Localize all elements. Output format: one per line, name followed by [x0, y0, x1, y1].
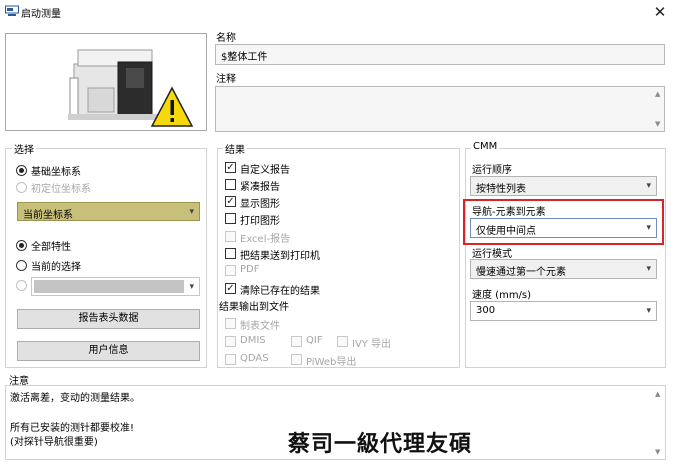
user-info-button[interactable]: 用户信息: [17, 341, 200, 361]
pdf-checkbox[interactable]: [225, 265, 236, 276]
current-selection-radio[interactable]: [16, 260, 27, 271]
send-to-printer-label: 把结果送到打印机: [240, 251, 320, 262]
scroll-up-icon[interactable]: ▲: [655, 90, 660, 98]
custom-selection-fill: [34, 280, 184, 293]
coordinate-system-dropdown[interactable]: 当前坐标系 ▾: [17, 202, 200, 221]
print-graphics-label: 打印图形: [240, 216, 280, 227]
output-to-file-title: 结果输出到文件: [219, 302, 289, 313]
pdf-label: PDF: [240, 264, 260, 275]
show-graphics-label: 显示图形: [240, 199, 280, 210]
watermark-text: 蔡司一級代理友碩: [288, 431, 473, 457]
comment-field[interactable]: [215, 86, 665, 132]
clear-results-checkbox[interactable]: ✓: [225, 283, 236, 294]
coordinate-system-value: 当前坐标系: [23, 210, 73, 221]
table-file-label: 制表文件: [240, 321, 280, 332]
selection-group-title: 选择: [12, 141, 36, 156]
compact-report-label: 紧凑报告: [240, 182, 280, 193]
results-group-title: 结果: [223, 141, 247, 156]
speed-value: 300: [476, 305, 496, 316]
window-title: 启动测量: [21, 9, 61, 20]
chevron-down-icon: ▾: [646, 223, 651, 233]
piweb-export-checkbox[interactable]: [291, 354, 302, 365]
report-header-button[interactable]: 报告表头数据: [17, 309, 200, 329]
qdas-label: QDAS: [240, 353, 269, 364]
notes-line-3: (对探针导航很重要): [10, 437, 98, 448]
custom-selection-dropdown[interactable]: ▾: [31, 277, 200, 296]
speed-label: 速度 (mm/s): [472, 290, 532, 301]
chevron-down-icon: ▾: [189, 207, 194, 217]
scroll-down-icon[interactable]: ▼: [655, 448, 660, 456]
send-to-printer-checkbox[interactable]: [225, 248, 236, 259]
excel-report-checkbox[interactable]: [225, 231, 236, 242]
notes-line-1: 激活离差，变动的测量结果。: [10, 393, 140, 404]
piweb-export-label: PiWeb导出: [306, 357, 357, 368]
clear-results-label: 清除已存在的结果: [240, 286, 320, 297]
all-characteristics-label: 全部特性: [31, 242, 71, 253]
navigation-label: 导航-元素到元素: [472, 207, 546, 218]
chevron-down-icon: ▾: [646, 181, 651, 191]
custom-selection-radio[interactable]: [16, 280, 27, 291]
excel-report-label: Excel-报告: [240, 234, 291, 245]
ivy-export-label: IVY 导出: [352, 339, 392, 350]
notes-line-2: 所有已安装的测针都要校准!: [10, 423, 135, 434]
speed-dropdown[interactable]: 300 ▾: [470, 301, 657, 321]
run-mode-value: 慢速通过第一个元素: [476, 267, 566, 278]
run-mode-dropdown[interactable]: 慢速通过第一个元素 ▾: [470, 259, 657, 279]
name-field[interactable]: $整体工件: [215, 44, 665, 65]
all-characteristics-radio[interactable]: [16, 240, 27, 251]
run-order-value: 按特性列表: [476, 184, 526, 195]
compact-report-checkbox[interactable]: [225, 179, 236, 190]
navigation-value: 仅使用中间点: [476, 226, 536, 237]
ivy-export-checkbox[interactable]: [337, 336, 348, 347]
machine-preview-image: [5, 33, 207, 131]
close-button[interactable]: ✕: [650, 3, 670, 21]
basic-coordinate-radio[interactable]: [16, 165, 27, 176]
title-bar: 启动测量 ✕: [0, 0, 676, 24]
navigation-dropdown[interactable]: 仅使用中间点 ▾: [470, 218, 657, 238]
run-order-label: 运行顺序: [472, 165, 512, 176]
run-order-dropdown[interactable]: 按特性列表 ▾: [470, 176, 657, 196]
qif-label: QIF: [306, 335, 323, 346]
comment-label: 注释: [216, 74, 236, 85]
chevron-down-icon: ▾: [646, 306, 651, 316]
chevron-down-icon: ▾: [646, 264, 651, 274]
qif-checkbox[interactable]: [291, 336, 302, 347]
dmis-checkbox[interactable]: [225, 336, 236, 347]
show-graphics-checkbox[interactable]: ✓: [225, 196, 236, 207]
scroll-up-icon[interactable]: ▲: [655, 390, 660, 398]
dmis-label: DMIS: [240, 335, 266, 346]
print-graphics-checkbox[interactable]: [225, 213, 236, 224]
cmm-machine-icon: [68, 49, 194, 127]
table-file-checkbox[interactable]: [225, 318, 236, 329]
app-icon: [5, 5, 19, 16]
cmm-group-title: CMM: [471, 141, 500, 152]
custom-report-checkbox[interactable]: ✓: [225, 162, 236, 173]
custom-report-label: 自定义报告: [240, 165, 290, 176]
run-mode-label: 运行模式: [472, 249, 512, 260]
initial-alignment-radio[interactable]: [16, 182, 27, 193]
qdas-checkbox[interactable]: [225, 354, 236, 365]
chevron-down-icon: ▾: [189, 282, 194, 292]
scroll-down-icon[interactable]: ▼: [655, 120, 660, 128]
basic-coordinate-label: 基础坐标系: [31, 167, 81, 178]
name-label: 名称: [216, 33, 236, 44]
initial-alignment-label: 初定位坐标系: [31, 184, 91, 195]
current-selection-label: 当前的选择: [31, 262, 81, 273]
